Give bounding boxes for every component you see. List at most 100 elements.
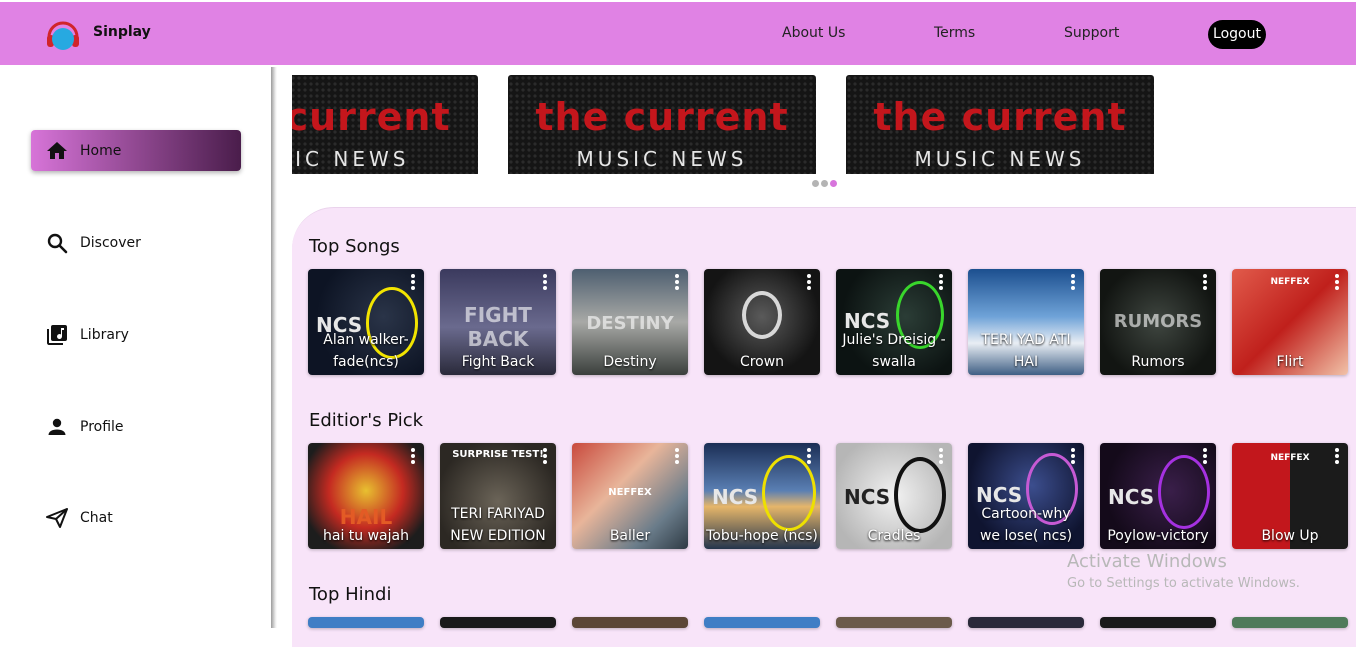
song-card[interactable]: DESTINY Destiny xyxy=(572,269,688,375)
more-options-icon[interactable] xyxy=(1070,274,1076,290)
ncs-logo-text: NCS xyxy=(1108,485,1155,509)
search-icon xyxy=(45,231,69,255)
card-title: Flirt xyxy=(1276,354,1304,370)
more-options-icon[interactable] xyxy=(1070,448,1076,464)
more-options-icon[interactable] xyxy=(410,448,416,464)
more-options-icon[interactable] xyxy=(938,448,944,464)
card-title: Rumors xyxy=(1131,354,1185,370)
song-card[interactable] xyxy=(1100,617,1216,628)
card-title: Alan walker-fade(ncs) xyxy=(323,332,409,370)
more-options-icon[interactable] xyxy=(806,448,812,464)
carousel-slide[interactable]: the current MUSIC NEWS xyxy=(292,75,478,174)
carousel-dots xyxy=(812,180,837,187)
logout-button[interactable]: Logout xyxy=(1208,20,1266,49)
carousel-dot-active[interactable] xyxy=(830,180,837,187)
more-options-icon[interactable] xyxy=(1334,448,1340,464)
sidebar-item-library[interactable]: Library xyxy=(31,314,241,355)
song-card[interactable] xyxy=(308,617,424,628)
sidebar-item-label: Chat xyxy=(80,509,113,526)
song-card[interactable]: FIGHT BACK Fight Back xyxy=(440,269,556,375)
brand-name[interactable]: Sinplay xyxy=(93,24,151,40)
card-title: Julie's Dreisig - swalla xyxy=(842,332,946,370)
art-text: RUMORS xyxy=(1113,311,1203,332)
carousel-dot[interactable] xyxy=(812,180,819,187)
sidebar-item-label: Home xyxy=(80,142,122,159)
song-card[interactable] xyxy=(1232,617,1348,628)
sidebar-item-discover[interactable]: Discover xyxy=(31,222,241,263)
nav-terms[interactable]: Terms xyxy=(934,25,975,41)
card-title: Fight Back xyxy=(461,354,535,370)
song-card[interactable]: TERI YAD ATI HAI xyxy=(968,269,1084,375)
windows-activation-title: Activate Windows xyxy=(1067,551,1227,572)
news-carousel[interactable]: the current MUSIC NEWS the current MUSIC… xyxy=(292,75,1356,174)
sidebar-item-profile[interactable]: Profile xyxy=(31,406,241,447)
top-hindi-row xyxy=(308,617,1348,628)
ncs-logo-text: NCS xyxy=(844,485,891,509)
card-title: Cradles xyxy=(867,528,921,544)
send-icon xyxy=(45,506,69,530)
song-card[interactable]: NCS Cradles xyxy=(836,443,952,549)
card-title: Cartoon-why we lose( ncs) xyxy=(979,506,1073,544)
carousel-slide[interactable]: the current MUSIC NEWS xyxy=(846,75,1154,174)
song-card[interactable]: Crown xyxy=(704,269,820,375)
art-text: NEFFEX xyxy=(1270,453,1310,463)
banner-headline: the current xyxy=(873,95,1127,139)
more-options-icon[interactable] xyxy=(938,274,944,290)
more-options-icon[interactable] xyxy=(410,274,416,290)
song-card[interactable]: NEFFEX Flirt xyxy=(1232,269,1348,375)
more-options-icon[interactable] xyxy=(806,274,812,290)
more-options-icon[interactable] xyxy=(542,274,548,290)
song-card[interactable]: NCS Tobu-hope (ncs) xyxy=(704,443,820,549)
carousel-slide[interactable]: the current MUSIC NEWS xyxy=(508,75,816,174)
nav-about-us[interactable]: About Us xyxy=(782,25,845,41)
art-text: DESTINY xyxy=(586,313,674,334)
song-card[interactable]: HAIL hai tu wajah xyxy=(308,443,424,549)
banner-subheadline: MUSIC NEWS xyxy=(292,147,410,171)
more-options-icon[interactable] xyxy=(674,448,680,464)
song-card[interactable] xyxy=(968,617,1084,628)
section-title-top-songs: Top Songs xyxy=(309,236,400,257)
song-card[interactable] xyxy=(440,617,556,628)
card-title: Poylow-victory xyxy=(1107,528,1209,544)
sidebar-item-label: Profile xyxy=(80,418,124,435)
card-title: Crown xyxy=(739,354,785,370)
song-card[interactable]: SURPRISE TEST! TERI FARIYAD NEW EDITION xyxy=(440,443,556,549)
art-text: SURPRISE TEST! xyxy=(452,449,544,460)
song-card[interactable]: NCS Cartoon-why we lose( ncs) xyxy=(968,443,1084,549)
more-options-icon[interactable] xyxy=(1202,274,1208,290)
card-title: Blow Up xyxy=(1261,528,1319,544)
banner-subheadline: MUSIC NEWS xyxy=(576,147,748,171)
more-options-icon[interactable] xyxy=(542,448,548,464)
sidebar-divider xyxy=(271,67,277,628)
nav-support[interactable]: Support xyxy=(1064,25,1119,41)
song-card[interactable] xyxy=(704,617,820,628)
headphones-logo-icon[interactable] xyxy=(45,17,81,53)
banner-subheadline: MUSIC NEWS xyxy=(914,147,1086,171)
song-card[interactable] xyxy=(572,617,688,628)
ncs-logo-text: NCS xyxy=(712,485,759,509)
art-text: NEFFEX xyxy=(608,487,652,498)
card-title: Tobu-hope (ncs) xyxy=(706,528,818,544)
card-title: Baller xyxy=(609,528,651,544)
card-title: hai tu wajah xyxy=(323,528,409,544)
song-card[interactable]: RUMORS Rumors xyxy=(1100,269,1216,375)
carousel-dot[interactable] xyxy=(821,180,828,187)
sidebar-item-chat[interactable]: Chat xyxy=(31,497,241,538)
more-options-icon[interactable] xyxy=(1202,448,1208,464)
sidebar-item-home[interactable]: Home xyxy=(31,130,241,171)
song-card[interactable]: NCS Alan walker-fade(ncs) xyxy=(308,269,424,375)
editors-pick-row: HAIL hai tu wajah SURPRISE TEST! TERI FA… xyxy=(308,443,1348,549)
more-options-icon[interactable] xyxy=(674,274,680,290)
card-title: Destiny xyxy=(603,354,657,370)
song-card[interactable]: NEFFEX Baller xyxy=(572,443,688,549)
song-card[interactable] xyxy=(836,617,952,628)
section-title-top-hindi: Top Hindi xyxy=(309,584,392,605)
section-title-editors-pick: Editior's Pick xyxy=(309,410,424,431)
song-card[interactable]: NCS Julie's Dreisig - swalla xyxy=(836,269,952,375)
song-card[interactable]: NEFFEX Blow Up xyxy=(1232,443,1348,549)
banner-headline: the current xyxy=(292,95,451,139)
banner-headline: the current xyxy=(535,95,789,139)
song-card[interactable]: NCS Poylow-victory xyxy=(1100,443,1216,549)
home-icon xyxy=(45,139,69,163)
more-options-icon[interactable] xyxy=(1334,274,1340,290)
